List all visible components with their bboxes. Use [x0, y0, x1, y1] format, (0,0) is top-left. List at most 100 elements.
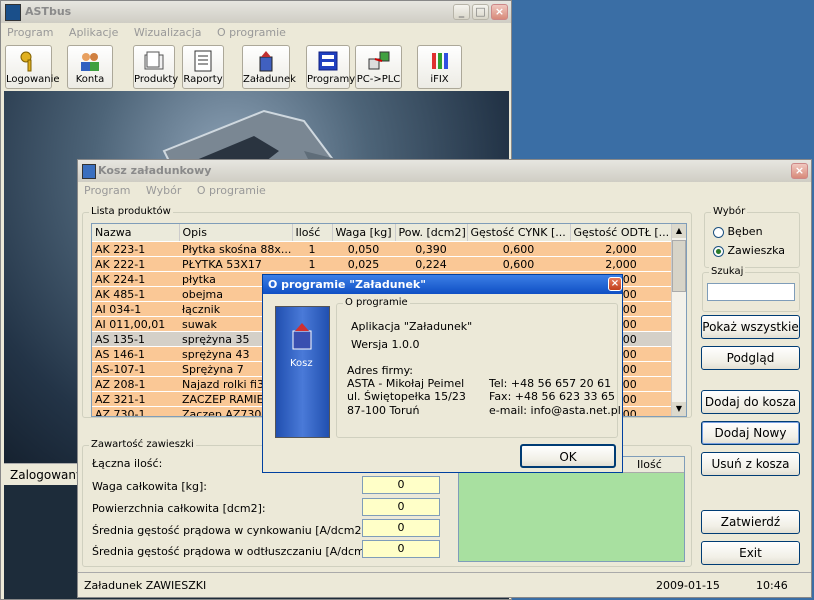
radio-beben-label: Bęben — [727, 225, 763, 238]
toolbar-zaladunek[interactable]: Załadunek — [242, 45, 296, 89]
basket-col-ilosc[interactable]: Ilość — [637, 458, 662, 471]
kosz-menubar: Program Wybór O programie — [78, 182, 811, 200]
col-header-pow[interactable]: Pow. [dcm2] — [395, 224, 468, 242]
astbus-title: ASTbus — [25, 5, 72, 18]
toolbar-pc-plc-label: PC->PLC — [356, 74, 401, 85]
radio-beben[interactable]: Bęben — [713, 225, 763, 238]
cell-pow: 0,224 — [395, 256, 467, 272]
toolbar-ifix[interactable]: iFIX — [417, 45, 462, 89]
about-icon-label: Kosz — [290, 358, 313, 369]
col-header-gestosc-odtl[interactable]: Gęstość ODTŁ [... — [570, 224, 672, 242]
radio-beben-circle[interactable] — [713, 226, 724, 238]
dodaj-nowy-button[interactable]: Dodaj Nowy — [701, 421, 800, 445]
toolbar-logowanie[interactable]: Logowanie — [5, 45, 60, 89]
ifix-icon — [431, 53, 448, 69]
pc-plc-icon — [368, 51, 389, 70]
cell-ilosc: 1 — [292, 256, 332, 272]
basket-icon — [82, 164, 96, 179]
about-title: O programie "Załadunek" — [268, 278, 426, 291]
kosz-menu-wybor[interactable]: Wybór — [146, 184, 181, 197]
menu-program[interactable]: Program — [7, 26, 53, 39]
usun-z-kosza-button[interactable]: Usuń z kosza — [701, 452, 800, 476]
col-header-waga[interactable]: Waga [kg] — [332, 224, 396, 242]
menu-o-programie[interactable]: O programie — [217, 26, 286, 39]
app-logo-icon — [5, 4, 21, 21]
lista-produktow-label: Lista produktów — [89, 206, 173, 217]
label-laczna-ilosc: Łączna ilość: — [92, 457, 163, 470]
cell-nazwa: AI 034-1 — [92, 301, 179, 317]
toolbar-pc-plc[interactable]: PC->PLC — [355, 45, 402, 89]
zawartosc-label: Zawartość zawieszki — [89, 439, 196, 450]
label-waga: Waga całkowita [kg]: — [92, 480, 208, 493]
about-tel: Tel: +48 56 657 20 61 — [489, 377, 612, 390]
toolbar-programy-label: Programy — [307, 74, 356, 85]
toolbar-logowanie-label: Logowanie — [6, 74, 60, 85]
toolbar-konta-label: Konta — [75, 74, 105, 85]
label-gestosc-cynk: Średnia gęstość prądowa w cynkowaniu [A/… — [92, 524, 370, 537]
product-table-scrollbar[interactable]: ▲ ▼ — [671, 224, 686, 416]
toolbar-raporty[interactable]: Raporty — [182, 45, 224, 89]
kosz-title: Kosz załadunkowy — [98, 164, 212, 177]
minimize-button[interactable]: _ — [453, 4, 470, 20]
close-button[interactable]: × — [491, 4, 508, 20]
toolbar-programy[interactable]: Programy — [306, 45, 355, 89]
cell-pow: 0,390 — [395, 241, 467, 257]
cell-gestosc-cynk: 0,600 — [467, 256, 570, 272]
ok-button[interactable]: OK — [520, 444, 616, 468]
about-icon-panel: Kosz — [275, 306, 330, 438]
cell-gestosc-cynk: 0,600 — [467, 241, 570, 257]
zatwierdz-button[interactable]: Zatwierdź — [701, 510, 800, 534]
kosz-titlebar[interactable]: Kosz załadunkowy × — [78, 160, 811, 182]
cell-nazwa: AZ 321-1 — [92, 391, 179, 407]
about-address-heading: Adres firmy: — [347, 364, 413, 377]
folder-icon — [144, 51, 164, 70]
toolbar-produkty[interactable]: Produkty — [133, 45, 178, 89]
toolbar-konta[interactable]: Konta — [67, 45, 113, 89]
value-powierzchnia: 0 — [362, 498, 440, 516]
kosz-menu-program[interactable]: Program — [84, 184, 130, 197]
scroll-up-arrow-icon[interactable]: ▲ — [672, 224, 686, 238]
radio-zawieszka-circle[interactable] — [713, 245, 724, 257]
podglad-button[interactable]: Podgląd — [701, 346, 800, 370]
cell-nazwa: AK 224-1 — [92, 271, 179, 287]
status-date: 2009-01-15 — [656, 579, 720, 592]
kosz-close-button[interactable]: × — [791, 163, 808, 179]
kosz-menu-o-programie[interactable]: O programie — [197, 184, 266, 197]
about-dialog: O programie "Załadunek" × Kosz O program… — [262, 274, 623, 473]
about-fax: Fax: +48 56 623 33 65 — [489, 390, 615, 403]
cell-opis: Płytka skośna 88x... — [179, 241, 292, 257]
scroll-down-arrow-icon[interactable]: ▼ — [672, 402, 686, 416]
col-header-gestosc-cynk[interactable]: Gęstość CYNK [... — [467, 224, 571, 242]
radio-zawieszka[interactable]: Zawieszka — [713, 244, 785, 257]
status-text: Załadunek ZAWIESZKI — [84, 579, 207, 592]
about-titlebar[interactable]: O programie "Załadunek" × — [263, 275, 622, 294]
about-group-label: O programie — [343, 297, 410, 308]
menu-wizualizacja[interactable]: Wizualizacja — [134, 26, 202, 39]
col-header-ilosc[interactable]: Ilość — [292, 224, 333, 242]
exit-button[interactable]: Exit — [701, 541, 800, 565]
table-row[interactable]: AK 222-1 PŁYTKA 53X17 1 0,025 0,224 0,600 2,00… — [92, 256, 672, 272]
login-status: Zalogowany — [10, 468, 84, 482]
about-email: e-mail: info@asta.net.pl — [489, 404, 621, 417]
table-row[interactable]: AK 223-1 Płytka skośna 88x... 1 0,050 0,390 0… — [92, 241, 672, 257]
cell-opis: PŁYTKA 53X17 — [179, 256, 292, 272]
pokaz-wszystkie-button[interactable]: Pokaż wszystkie — [701, 315, 800, 339]
astbus-menubar: Program Aplikacje Wizualizacja O program… — [1, 24, 511, 42]
cell-nazwa: AS-107-1 — [92, 361, 179, 377]
cell-ilosc: 1 — [292, 241, 332, 257]
cell-nazwa: AZ 208-1 — [92, 376, 179, 392]
cell-gestosc-odtl: 2,000 — [570, 256, 672, 272]
astbus-titlebar[interactable]: ASTbus _ □ × — [1, 1, 511, 23]
basket-icon — [292, 323, 312, 350]
about-close-button[interactable]: × — [608, 277, 622, 291]
maximize-button[interactable]: □ — [472, 4, 489, 20]
search-input[interactable] — [707, 283, 795, 301]
menu-aplikacje[interactable]: Aplikacje — [69, 26, 118, 39]
report-icon — [194, 50, 212, 72]
toolbar-ifix-label: iFIX — [430, 74, 449, 85]
value-gestosc-cynk: 0 — [362, 519, 440, 537]
dodaj-do-kosza-button[interactable]: Dodaj do kosza — [701, 390, 800, 414]
col-header-opis[interactable]: Opis — [179, 224, 293, 242]
scroll-thumb[interactable] — [672, 240, 686, 292]
col-header-nazwa[interactable]: Nazwa — [92, 224, 180, 242]
